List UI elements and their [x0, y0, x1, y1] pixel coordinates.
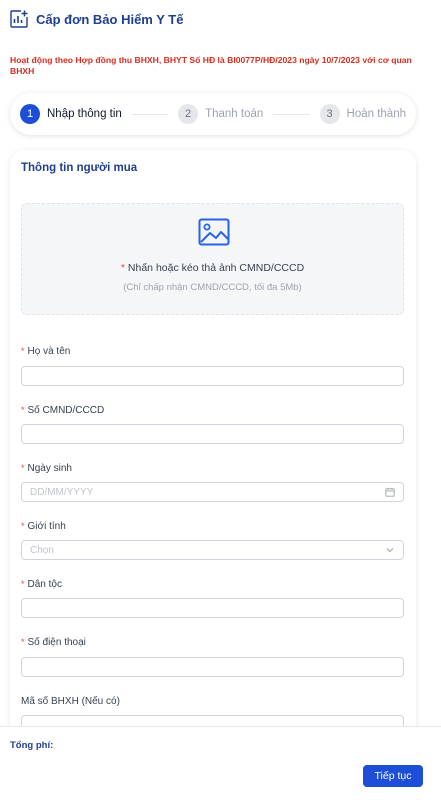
gender-placeholder: Chọn — [30, 544, 54, 556]
gender-select[interactable]: Chọn — [21, 540, 404, 560]
dob-label-text: Ngày sinh — [27, 463, 72, 474]
step-3-number: 3 — [319, 104, 340, 124]
required-mark: * — [21, 637, 25, 647]
required-mark: * — [21, 521, 25, 531]
step-3[interactable]: 3 Hoàn thành — [319, 104, 406, 124]
id-upload-dropzone[interactable]: * Nhấn hoặc kéo thả ảnh CMND/CCCD (Chỉ ch… — [21, 203, 404, 315]
total-fee-label: Tổng phí: — [10, 740, 54, 751]
required-mark: * — [21, 346, 25, 356]
full-name-input[interactable] — [21, 366, 404, 386]
contract-notice: Hoạt động theo Hợp đồng thu BHXH, BHYT S… — [10, 55, 412, 76]
required-mark: * — [21, 463, 25, 473]
step-connector — [273, 113, 310, 115]
upload-hint: (Chỉ chấp nhận CMND/CCCD, tối đa 5Mb) — [123, 282, 302, 293]
phone-input[interactable] — [21, 657, 404, 677]
chart-add-icon — [10, 10, 28, 28]
ethnicity-input[interactable] — [21, 598, 404, 618]
ethnicity-label-text: Dân tộc — [27, 579, 62, 590]
step-2-label: Thanh toán — [205, 108, 264, 120]
id-number-label: * Số CMND/CCCD — [21, 405, 104, 416]
required-mark: * — [21, 405, 25, 415]
footer-bar: Tổng phí: Tiếp tục — [0, 726, 441, 800]
step-3-label: Hoàn thành — [346, 108, 406, 120]
step-1-label: Nhập thông tin — [47, 108, 122, 120]
chevron-down-icon — [386, 548, 394, 553]
section-title: Thông tin người mua — [21, 162, 138, 174]
step-1-number: 1 — [20, 104, 40, 124]
app-header: Cấp đơn Bảo Hiểm Y Tế — [10, 8, 183, 30]
step-2-number: 2 — [178, 104, 199, 124]
gender-label: * Giới tính — [21, 521, 66, 532]
dob-label: * Ngày sinh — [21, 463, 72, 474]
gender-label-text: Giới tính — [27, 521, 66, 532]
dob-picker[interactable]: DD/MM/YYYY — [21, 482, 404, 502]
id-number-label-text: Số CMND/CCCD — [27, 405, 105, 416]
calendar-icon — [385, 487, 395, 497]
image-icon — [198, 218, 230, 246]
id-number-input[interactable] — [21, 424, 404, 444]
full-name-label: * Họ và tên — [21, 346, 70, 357]
upload-instruction: * Nhấn hoặc kéo thả ảnh CMND/CCCD — [22, 262, 403, 274]
dob-placeholder: DD/MM/YYYY — [30, 486, 94, 498]
progress-stepper: 1 Nhập thông tin 2 Thanh toán 3 Hoàn thà… — [10, 93, 416, 135]
full-name-label-text: Họ và tên — [27, 346, 71, 357]
upload-main-text: Nhấn hoặc kéo thả ảnh CMND/CCCD — [127, 262, 305, 274]
ethnicity-label: * Dân tộc — [21, 579, 62, 590]
required-mark: * — [120, 262, 125, 274]
required-mark: * — [21, 579, 25, 589]
step-2[interactable]: 2 Thanh toán — [178, 104, 263, 124]
phone-label: * Số điện thoại — [21, 637, 86, 648]
step-1[interactable]: 1 Nhập thông tin — [20, 104, 122, 124]
continue-button[interactable]: Tiếp tục — [363, 765, 423, 787]
social-insurance-label: Mã số BHXH (Nếu có) — [21, 696, 120, 707]
buyer-info-card: Thông tin người mua * Nhấn hoặc kéo thả ả… — [10, 150, 416, 750]
page-title: Cấp đơn Bảo Hiểm Y Tế — [36, 11, 184, 27]
step-connector — [131, 113, 169, 115]
phone-label-text: Số điện thoại — [27, 637, 86, 648]
